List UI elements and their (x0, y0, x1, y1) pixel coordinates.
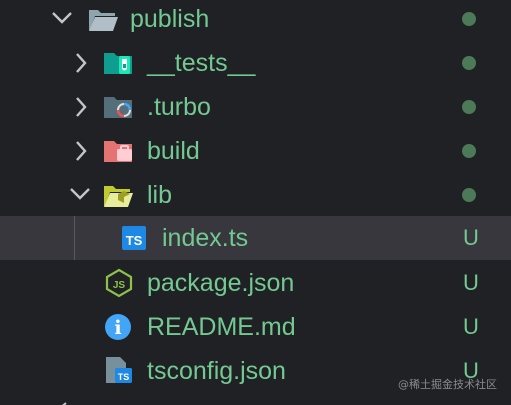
chevron-down-icon[interactable] (68, 173, 92, 217)
tree-item-label: build (147, 137, 200, 165)
tree-item-build[interactable]: build (0, 129, 511, 173)
chevron-down-icon[interactable] (50, 0, 74, 41)
svg-text:i: i (114, 317, 121, 339)
status-dot (462, 188, 476, 202)
indent-guide (74, 216, 75, 260)
tree-item-lib[interactable]: lib (0, 173, 511, 217)
file-explorer-tree: publish __tests__ .turbo build lib TS in… (0, 0, 511, 405)
tree-item-tests[interactable]: __tests__ (0, 41, 511, 85)
folder-turbo-icon (103, 93, 135, 121)
chevron-right-icon[interactable] (70, 41, 94, 85)
tree-item-label: index.ts (162, 224, 249, 252)
tree-item-index-ts[interactable]: TS index.ts U (0, 216, 511, 260)
chevron-right-icon[interactable] (70, 129, 94, 173)
typescript-icon: TS (120, 225, 152, 253)
status-dot (462, 100, 476, 114)
untracked-badge: U (463, 225, 479, 250)
svg-text:TS: TS (126, 233, 143, 248)
tree-item-label: __tests__ (147, 49, 256, 77)
tree-item-label: publish (130, 5, 210, 33)
tree-item-turbo[interactable]: .turbo (0, 85, 511, 129)
folder-tests-icon (103, 49, 135, 77)
tree-item-label: tsconfig.json (147, 357, 286, 385)
folder-build-icon (103, 137, 135, 165)
tree-item-label: .turbo (147, 93, 211, 121)
tree-item-publish[interactable]: publish (0, 0, 511, 41)
untracked-badge: U (463, 314, 479, 339)
tsconfig-icon: TS (103, 355, 135, 383)
status-dot (462, 144, 476, 158)
folder-lib-open-icon (103, 181, 135, 209)
folder-open-icon (87, 5, 119, 33)
tree-item-label: README.md (147, 313, 296, 341)
status-dot (462, 12, 476, 26)
info-icon: i (103, 312, 135, 340)
tree-item-package-json[interactable]: JS package.json U (0, 261, 511, 305)
svg-text:TS: TS (118, 372, 130, 382)
nodejs-icon: JS (103, 268, 135, 298)
watermark: @稀土掘金技术社区 (398, 378, 497, 391)
tree-item-readme-md[interactable]: i README.md U (0, 305, 511, 349)
untracked-badge: U (463, 270, 479, 295)
next-item-chevron-icon (58, 396, 98, 405)
svg-text:JS: JS (113, 280, 126, 291)
tree-item-label: package.json (147, 269, 295, 297)
tree-item-label: lib (147, 181, 173, 209)
status-dot (462, 56, 476, 70)
chevron-right-icon[interactable] (70, 85, 94, 129)
